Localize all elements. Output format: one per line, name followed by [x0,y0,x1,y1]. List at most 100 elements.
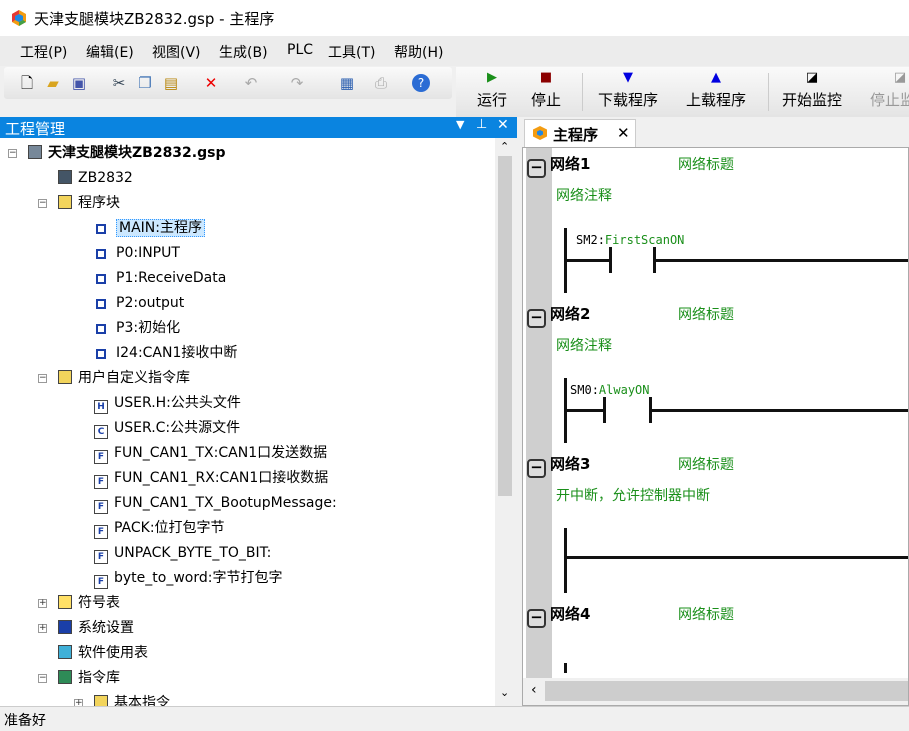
menu-edit[interactable]: 编辑(E) [86,42,134,62]
library-icon [58,670,72,684]
ladder-editor[interactable]: − 网络1 网络标题 网络注释 SM2:FirstScanON − 网络2 网络标题 网络注释 S… [522,147,909,706]
collapse-icon[interactable]: − [527,309,546,328]
expand-toggle-icon[interactable]: − [8,149,17,158]
save-icon[interactable]: ▣ [70,74,88,92]
tree-item[interactable]: I24:CAN1接收中断 [94,342,237,364]
network-title[interactable]: 网络标题 [678,154,734,174]
grid-icon [58,620,72,634]
program-icon [96,299,106,309]
tree-item[interactable]: 用户自定义指令库 [58,367,190,389]
stop-monitor-icon: ◪ [893,70,907,85]
network-header[interactable]: − 网络1 [527,153,590,178]
expand-toggle-icon[interactable]: − [38,674,47,683]
play-icon: ▶ [487,70,497,85]
menu-plc[interactable]: PLC [287,42,313,58]
tree-item[interactable]: 基本指令 [94,692,170,706]
tree-item-label: 软件使用表 [78,645,148,661]
redo-icon[interactable]: ↷ [288,74,306,92]
calendar-icon[interactable]: ▦ [338,74,356,92]
tree-item[interactable]: P0:INPUT [94,242,180,264]
network-header[interactable]: − 网络3 [527,453,590,478]
function-icon: F [94,550,108,564]
help-icon[interactable]: ? [412,74,430,92]
project-icon [28,145,42,159]
copy-icon[interactable]: ❐ [136,74,154,92]
contact-no[interactable] [609,247,612,273]
network-comment[interactable]: 开中断，允许控制器中断 [556,485,710,505]
menu-help[interactable]: 帮助(H) [394,42,443,62]
network-header[interactable]: − 网络4 [527,603,590,628]
paste-icon[interactable]: ▤ [162,74,180,92]
menu-project[interactable]: 工程(P) [20,42,67,62]
tree-item-label: 天津支腿模块ZB2832.gsp [48,145,226,161]
tree-item-label: MAIN:主程序 [116,219,205,237]
run-button[interactable]: ▶ 运行 [470,67,514,117]
program-icon [96,224,106,234]
network-comment[interactable]: 网络注释 [556,335,612,355]
tree-item[interactable]: 指令库 [58,667,120,689]
expand-toggle-icon[interactable]: + [74,699,83,706]
network-comment[interactable]: 网络注释 [556,185,612,205]
collapse-icon[interactable]: − [527,159,546,178]
pin-icon[interactable]: ⊥ [476,117,487,132]
expand-toggle-icon[interactable]: + [38,599,47,608]
close-tab-icon[interactable]: ✕ [617,124,630,142]
menu-view[interactable]: 视图(V) [152,42,201,62]
tree-item[interactable]: Fbyte_to_word:字节打包字 [94,567,282,589]
function-icon: F [94,525,108,539]
menu-build[interactable]: 生成(B) [219,42,268,62]
stop-button[interactable]: ■ 停止 [524,67,568,117]
print-icon[interactable]: ⎙ [372,74,390,92]
tree-item[interactable]: 天津支腿模块ZB2832.gsp [28,142,225,164]
tree-item[interactable]: F FUN_CAN1_TX:CAN1口发送数据 [94,442,327,464]
tree-item[interactable]: F PACK:位打包字节 [94,517,225,539]
tree-item[interactable]: F FUN_CAN1_RX:CAN1口接收数据 [94,467,328,489]
tree-item[interactable]: 软件使用表 [58,642,148,664]
tree-item[interactable]: 程序块 [58,192,120,214]
delete-icon[interactable]: ✕ [202,74,220,92]
network-title[interactable]: 网络标题 [678,454,734,474]
tree-item[interactable]: MAIN:主程序 [94,217,205,239]
tree-item[interactable]: H USER.H:公共头文件 [94,392,241,414]
tree-item[interactable]: P2:output [94,292,184,314]
undo-icon[interactable]: ↶ [242,74,260,92]
tree-item[interactable]: ZB2832 [58,167,133,189]
new-file-icon[interactable]: 🗋 [18,74,36,92]
network-title[interactable]: 网络标题 [678,604,734,624]
editor-horizontal-scrollbar[interactable]: ‹ [523,678,908,705]
tree-item[interactable]: 符号表 [58,592,120,614]
plc-icon [58,170,72,184]
collapse-icon[interactable]: − [527,459,546,478]
tree-item-label: P3:初始化 [116,320,181,336]
upload-program-button[interactable]: ▲ 上载程序 [680,67,752,117]
open-folder-icon[interactable]: ▰ [44,74,62,92]
stop-monitor-button[interactable]: ◪停止监控 [864,67,909,117]
start-monitor-button[interactable]: ◪ 开始监控 [776,67,848,117]
stop-icon: ■ [539,70,553,85]
tree-vertical-scrollbar[interactable]: ⌃ ⌄ [495,138,515,706]
dropdown-icon[interactable]: ▼ [456,118,464,131]
menu-tools[interactable]: 工具(T) [328,42,375,62]
tree-item[interactable]: P3:初始化 [94,317,180,339]
function-icon: F [94,575,108,589]
tab-main-program[interactable]: 主程序 ✕ [524,119,636,147]
tree-item[interactable]: P1:ReceiveData [94,267,226,289]
collapse-icon[interactable]: − [527,609,546,628]
tree-item[interactable]: F UNPACK_BYTE_TO_BIT: [94,542,271,564]
expand-toggle-icon[interactable]: + [38,624,47,633]
cut-icon[interactable]: ✂ [110,74,128,92]
download-program-button[interactable]: ▼ 下载程序 [592,67,664,117]
contact-no[interactable] [603,397,606,423]
tree-item-label: 用户自定义指令库 [78,370,190,386]
tree-item[interactable]: C USER.C:公共源文件 [94,417,240,439]
tree-item-label: USER.C:公共源文件 [114,420,241,436]
standard-toolbar: 🗋 ▰ ▣ ✂ ❐ ▤ ✕ ↶ ↷ ▦ ⎙ ? [4,67,452,99]
close-icon[interactable]: ✕ [497,117,509,133]
tree-item[interactable]: 系统设置 [58,617,134,639]
expand-toggle-icon[interactable]: − [38,199,47,208]
program-tab-icon [533,126,547,140]
tree-item[interactable]: F FUN_CAN1_TX_BootupMessage: [94,492,337,514]
network-header[interactable]: − 网络2 [527,303,590,328]
network-title[interactable]: 网络标题 [678,304,734,324]
expand-toggle-icon[interactable]: − [38,374,47,383]
